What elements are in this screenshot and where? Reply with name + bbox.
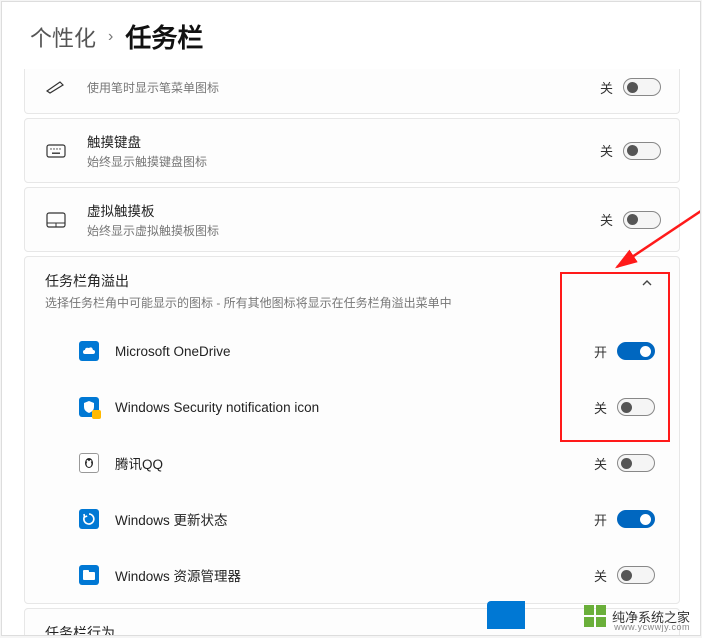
decorative-blue-shape xyxy=(487,601,525,629)
chevron-right-icon: › xyxy=(108,28,113,46)
toggle-update[interactable] xyxy=(617,510,655,528)
toggle-state-label: 开 xyxy=(594,510,607,529)
overflow-item-label: Windows 更新状态 xyxy=(115,509,594,529)
overflow-item-label: Windows Security notification icon xyxy=(115,400,594,415)
touchpad-icon xyxy=(45,209,67,231)
toggle-state-label: 开 xyxy=(594,342,607,361)
qq-icon xyxy=(79,453,99,473)
explorer-icon xyxy=(79,565,99,585)
overflow-item-label: 腾讯QQ xyxy=(115,453,594,473)
toggle-state-label: 关 xyxy=(600,210,613,229)
breadcrumb-parent[interactable]: 个性化 xyxy=(30,21,96,53)
toggle-virtual-touchpad[interactable] xyxy=(623,211,661,229)
setting-title: 虚拟触摸板 xyxy=(87,200,600,220)
onedrive-icon xyxy=(79,341,99,361)
keyboard-icon xyxy=(45,140,67,162)
toggle-state-label: 关 xyxy=(594,566,607,585)
overflow-item-security[interactable]: Windows Security notification icon 关 xyxy=(25,379,679,435)
toggle-security[interactable] xyxy=(617,398,655,416)
setting-desc: 始终显示虚拟触摸板图标 xyxy=(87,222,600,239)
overflow-item-label: Microsoft OneDrive xyxy=(115,344,594,359)
setting-desc: 使用笔时显示笔菜单图标 xyxy=(87,79,600,96)
section-desc: 选择任务栏角中可能显示的图标 - 所有其他图标将显示在任务栏角溢出菜单中 xyxy=(45,294,641,311)
toggle-explorer[interactable] xyxy=(617,566,655,584)
watermark-logo-icon xyxy=(584,605,606,627)
section-header-overflow[interactable]: 任务栏角溢出 选择任务栏角中可能显示的图标 - 所有其他图标将显示在任务栏角溢出… xyxy=(25,257,679,323)
watermark-url: www.ycwwjy.com xyxy=(614,622,690,632)
toggle-state-label: 关 xyxy=(594,454,607,473)
overflow-item-onedrive[interactable]: Microsoft OneDrive 开 xyxy=(25,323,679,379)
page-title: 任务栏 xyxy=(125,18,203,55)
toggle-state-label: 关 xyxy=(594,398,607,417)
setting-row-virtual-touchpad[interactable]: 虚拟触摸板 始终显示虚拟触摸板图标 关 xyxy=(25,188,679,251)
section-title: 任务栏行为 xyxy=(45,623,659,636)
toggle-onedrive[interactable] xyxy=(617,342,655,360)
toggle-state-label: 关 xyxy=(600,141,613,160)
overflow-item-explorer[interactable]: Windows 资源管理器 关 xyxy=(25,547,679,603)
pen-icon xyxy=(45,76,67,98)
setting-row-touch-keyboard[interactable]: 触摸键盘 始终显示触摸键盘图标 关 xyxy=(25,119,679,182)
setting-row-pen-menu[interactable]: 使用笔时显示笔菜单图标 关 xyxy=(25,69,679,113)
overflow-item-update[interactable]: Windows 更新状态 开 xyxy=(25,491,679,547)
overflow-item-label: Windows 资源管理器 xyxy=(115,565,594,585)
setting-desc: 始终显示触摸键盘图标 xyxy=(87,153,600,170)
section-title: 任务栏角溢出 xyxy=(45,271,641,291)
chevron-up-icon xyxy=(641,277,653,292)
toggle-state-label: 关 xyxy=(600,78,613,97)
setting-title: 触摸键盘 xyxy=(87,131,600,151)
breadcrumb: 个性化 › 任务栏 xyxy=(2,2,700,69)
update-icon xyxy=(79,509,99,529)
overflow-item-qq[interactable]: 腾讯QQ 关 xyxy=(25,435,679,491)
section-header-behavior[interactable]: 任务栏行为 任务栏对齐、标记、自动隐藏和多个显示器 xyxy=(25,609,679,636)
watermark: 纯净系统之家 www.ycwwjy.com xyxy=(584,605,690,627)
toggle-touch-keyboard[interactable] xyxy=(623,142,661,160)
toggle-pen-menu[interactable] xyxy=(623,78,661,96)
security-icon xyxy=(79,397,99,417)
toggle-qq[interactable] xyxy=(617,454,655,472)
